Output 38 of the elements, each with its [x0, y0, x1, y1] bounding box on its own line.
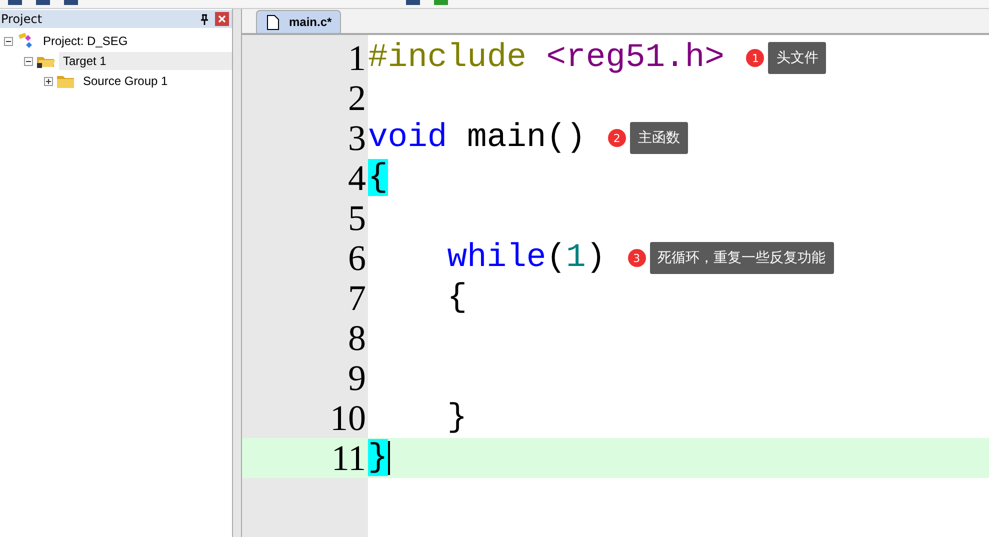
code-text: #include <reg51.h> [368, 38, 724, 78]
annotation-label: 头文件 [768, 42, 826, 74]
code-text: } [446, 398, 468, 438]
annotation-label: 死循环，重复一些反复功能 [650, 242, 834, 274]
close-button[interactable] [215, 12, 229, 26]
line-number: 7 [347, 277, 367, 319]
line-number: 1 [347, 37, 367, 79]
folder-icon [56, 73, 76, 89]
tree-item[interactable]: Source Group 1 [79, 72, 232, 90]
line-number: 3 [347, 117, 367, 159]
annotation-number: 1 [746, 49, 764, 67]
code-text: } [368, 438, 388, 478]
panel-title: Project [1, 12, 44, 26]
code-text: void main() [368, 118, 586, 158]
annotation-number: 3 [628, 249, 646, 267]
line-number: 2 [347, 77, 367, 119]
line-number: 5 [347, 197, 367, 239]
text-cursor [388, 441, 390, 475]
close-icon[interactable] [218, 15, 226, 23]
collapse-icon[interactable] [24, 56, 33, 66]
collapse-icon[interactable] [4, 36, 13, 46]
line-number: 9 [347, 357, 367, 399]
annotation-number: 2 [608, 129, 626, 147]
tree-item[interactable]: Project: D_SEG [39, 32, 232, 50]
line-number: 6 [347, 237, 367, 279]
line-number: 10 [329, 397, 367, 439]
file-tab[interactable]: main.c* [256, 10, 341, 33]
code-text: { [368, 158, 388, 198]
line-number: 4 [347, 157, 367, 199]
expand-icon[interactable] [44, 76, 53, 86]
code-text: { [446, 278, 468, 318]
pin-icon[interactable] [200, 14, 209, 24]
code-text: while(1) [446, 238, 606, 278]
tree-item[interactable]: Target 1 [59, 52, 232, 70]
line-number: 11 [330, 437, 367, 479]
annotation-label: 主函数 [630, 122, 688, 154]
file-icon [267, 14, 279, 30]
line-number: 8 [347, 317, 367, 359]
